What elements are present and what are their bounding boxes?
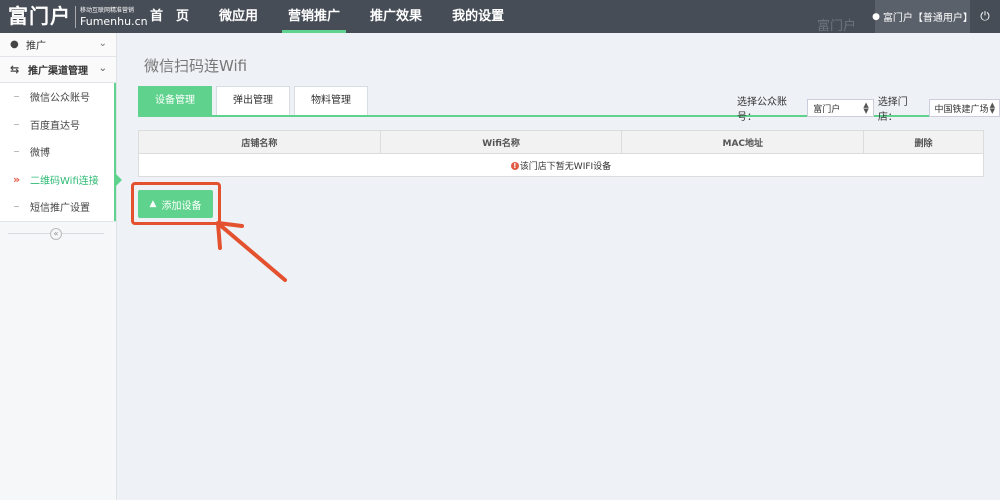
column-header-mac-address: MAC地址 [621,130,865,154]
nav-item-promotion-results[interactable]: 推广效果 [358,0,434,33]
store-select-label: 选择门店： [877,97,908,123]
sidebar-item-label: 二维码Wifi连接 [30,175,99,187]
sidebar: ● 推广 ⌄ ⇆ 推广渠道管理 ⌄ 微信公众账号 百度直达号 微博 » 二维码W… [0,33,122,500]
chevron-down-icon: ⌄ [98,63,107,74]
sidebar-item-label: 百度直达号 [30,120,80,132]
user-label: 富门户【普通用户】 [882,13,973,24]
store-select[interactable]: 中国铁建广场 ▲ ▼ [928,99,1000,117]
dash-icon [14,206,19,207]
sidebar-item-wechat-account[interactable]: 微信公众账号 [0,83,116,111]
sidebar-item-label: 微信公众账号 [30,93,90,105]
flask-icon: ▲ [149,199,157,209]
tab-device-management[interactable]: 设备管理 [138,86,212,116]
exchange-arrows-icon: ⇆ [10,63,20,76]
nav-item-home[interactable]: 首 页 [138,0,201,33]
sidebar-item-label: 微博 [30,148,50,160]
collapse-sidebar-icon[interactable]: « [50,228,62,240]
logo-text: 富门户 [8,4,71,28]
store-select-value: 中国铁建广场 [934,104,989,115]
column-header-wifi-name: Wifi名称 [379,130,623,154]
brand-logo[interactable]: 富门户 移动互联网精准营销 Fumenhu.cn [8,3,148,30]
annotation-arrow [216,221,287,282]
dash-icon [14,151,19,152]
table-header-row: 店铺名称 Wifi名称 MAC地址 删除 [138,130,984,154]
user-menu[interactable]: ● 富门户【普通用户】 [872,0,973,33]
column-header-store-name: 店铺名称 [138,130,381,154]
sidebar-item-label: 推广 [26,41,46,52]
add-device-label: 添加设备 [161,200,202,212]
empty-state-message: 该门店下暂无WIFI设备 [519,161,612,172]
account-select[interactable]: 富门户 ▲ ▼ [807,99,874,117]
logo-divider [75,5,76,28]
sidebar-submenu: 微信公众账号 百度直达号 微博 » 二维码Wifi连接 短信推广设置 [0,83,122,222]
chevron-down-icon: ⌄ [98,38,107,49]
table-row: ! 该门店下暂无WIFI设备 [138,153,984,177]
tab-material-management[interactable]: 物料管理 [294,86,368,116]
select-caret-icon: ▲ ▼ [863,101,869,115]
top-navigation-bar: 富门户 移动互联网精准营销 Fumenhu.cn 首 页 微应用 营销推广 推广… [0,0,1000,34]
double-chevron-right-icon: » [13,172,21,186]
watermark-text: 富门户 [817,19,857,34]
select-caret-icon: ▲ ▼ [989,101,995,115]
sidebar-group-channel-management[interactable]: ⇆ 推广渠道管理 ⌄ [0,57,116,83]
sidebar-item-promotion[interactable]: ● 推广 ⌄ [0,33,116,57]
tab-bar: 设备管理 弹出管理 物料管理 [138,86,372,116]
column-header-delete: 删除 [863,130,984,154]
page-title: 微信扫码连Wifi [144,57,248,75]
nav-item-my-settings[interactable]: 我的设置 [440,0,516,33]
tab-popup-management[interactable]: 弹出管理 [216,86,290,116]
sidebar-item-baidu-direct[interactable]: 百度直达号 [0,110,116,138]
nav-item-micro-apps[interactable]: 微应用 [207,0,270,33]
sidebar-group-label: 推广渠道管理 [28,66,88,77]
dash-icon [14,123,19,125]
exclamation-icon: ! [510,162,519,170]
account-select-label: 选择公众账号： [737,97,787,123]
empty-state-cell: ! 该门店下暂无WIFI设备 [138,153,984,177]
nav-item-marketing[interactable]: 营销推广 [276,0,352,33]
sidebar-item-sms-settings[interactable]: 短信推广设置 [0,193,116,221]
device-table: 店铺名称 Wifi名称 MAC地址 删除 ! 该门店下暂无WIFI设备 [138,130,984,177]
power-icon[interactable]: ⏻ [970,0,1000,33]
sidebar-item-weibo[interactable]: 微博 [0,138,116,166]
filters: 选择公众账号： 富门户 ▲ ▼ 选择门店： 中国铁建广场 ▲ ▼ [737,93,1000,123]
chat-bubble-icon: ● [10,39,19,50]
dash-icon [14,96,19,97]
main-nav: 首 页 微应用 营销推广 推广效果 我的设置 [138,0,522,33]
sidebar-item-label: 短信推广设置 [30,203,90,215]
account-select-value: 富门户 [813,104,841,115]
user-icon: ● [872,11,880,22]
sidebar-item-qrcode-wifi[interactable]: » 二维码Wifi连接 [0,165,122,193]
